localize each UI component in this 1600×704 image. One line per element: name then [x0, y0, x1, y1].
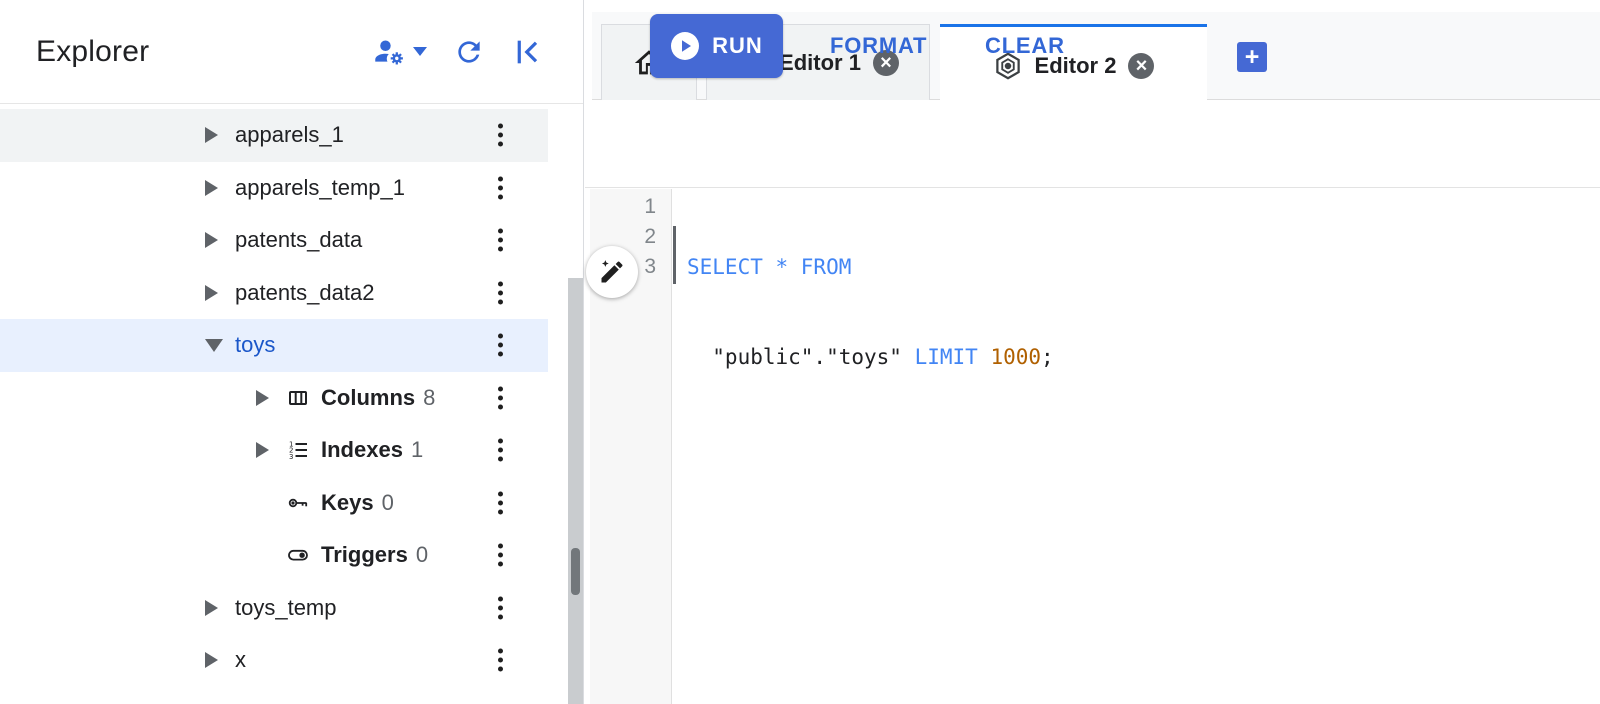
- tree-item-patents_data[interactable]: patents_data: [0, 214, 548, 267]
- editor-toolbar: [585, 100, 1600, 188]
- collapse-panel-icon[interactable]: [511, 36, 543, 68]
- sql-semicolon: ;: [1041, 345, 1054, 369]
- close-tab-icon[interactable]: ×: [1128, 53, 1154, 79]
- key-icon: [286, 491, 310, 515]
- explorer-actions: [372, 0, 543, 103]
- item-count: 8: [423, 385, 435, 411]
- item-count: 0: [416, 542, 428, 568]
- tree-item-x[interactable]: x: [0, 634, 548, 687]
- row-menu-icon[interactable]: [492, 433, 509, 468]
- collapse-arrow-icon[interactable]: [205, 335, 221, 355]
- tree-item-apparels_1[interactable]: apparels_1: [0, 109, 548, 162]
- row-menu-icon[interactable]: [492, 643, 509, 678]
- scrollbar-thumb[interactable]: [571, 548, 580, 595]
- tree-item-triggers[interactable]: Triggers 0: [0, 529, 548, 582]
- sql-code[interactable]: SELECT * FROM "public"."toys" LIMIT 1000…: [687, 192, 1054, 522]
- row-menu-icon[interactable]: [492, 118, 509, 153]
- add-editor-tab-button[interactable]: +: [1237, 42, 1267, 72]
- trigger-icon: [286, 543, 310, 567]
- expand-arrow-icon[interactable]: [256, 388, 272, 408]
- tree-item-toys_temp[interactable]: toys_temp: [0, 582, 548, 635]
- tab-editor-2[interactable]: Editor 2 ×: [940, 24, 1207, 104]
- tree-item-keys[interactable]: Keys 0: [0, 477, 548, 530]
- expand-arrow-icon[interactable]: [205, 283, 221, 303]
- clear-button[interactable]: CLEAR: [985, 14, 1065, 78]
- sidebar-scrollbar[interactable]: [568, 278, 583, 704]
- expand-arrow-icon[interactable]: [205, 650, 221, 670]
- tree-item-apparels_temp_1[interactable]: apparels_temp_1: [0, 162, 548, 215]
- row-menu-icon[interactable]: [492, 380, 509, 415]
- tree-item-patents_data2[interactable]: patents_data2: [0, 267, 548, 320]
- run-button[interactable]: RUN: [650, 14, 783, 78]
- row-menu-icon[interactable]: [492, 170, 509, 205]
- expander-spacer: [256, 545, 272, 565]
- explorer-panel: Explorer: [0, 0, 584, 704]
- statement-indicator: [673, 226, 676, 284]
- sql-editor[interactable]: 1 2 3 SELECT * FROM "public"."toys" LIMI…: [585, 189, 1600, 704]
- tree-item-indexes[interactable]: 1 2 3 Indexes 1: [0, 424, 548, 477]
- expand-arrow-icon[interactable]: [205, 230, 221, 250]
- play-icon: [670, 31, 700, 61]
- tree-item-columns[interactable]: Columns 8: [0, 372, 548, 425]
- svg-text:3: 3: [289, 453, 293, 461]
- sql-line-1: SELECT * FROM: [687, 255, 851, 279]
- sql-number: 1000: [990, 345, 1041, 369]
- explorer-header: Explorer: [0, 0, 583, 104]
- indexes-icon: 1 2 3: [286, 438, 310, 462]
- row-menu-icon[interactable]: [492, 538, 509, 573]
- chevron-down-icon: [413, 47, 427, 56]
- explorer-title: Explorer: [36, 35, 149, 69]
- columns-icon: [286, 386, 310, 410]
- row-menu-icon[interactable]: [492, 485, 509, 520]
- expander-spacer: [256, 493, 272, 513]
- manage-accounts-icon[interactable]: [372, 35, 427, 69]
- expand-arrow-icon[interactable]: [205, 178, 221, 198]
- row-menu-icon[interactable]: [492, 223, 509, 258]
- item-count: 0: [382, 490, 394, 516]
- format-button[interactable]: FORMAT: [830, 14, 927, 78]
- run-label: RUN: [712, 33, 763, 59]
- magic-pencil-icon: [598, 258, 626, 286]
- sql-table-ref: "public"."toys": [687, 345, 915, 369]
- tree-item-toys[interactable]: toys: [0, 319, 548, 372]
- explorer-tree: apparels_1 apparels_temp_1 patents_data …: [0, 109, 548, 687]
- row-menu-icon[interactable]: [492, 275, 509, 310]
- ai-edit-fab[interactable]: [586, 246, 638, 298]
- expand-arrow-icon[interactable]: [256, 440, 272, 460]
- row-menu-icon[interactable]: [492, 590, 509, 625]
- refresh-icon[interactable]: [453, 36, 485, 68]
- sql-keyword-limit: LIMIT: [915, 345, 991, 369]
- line-number: 1: [590, 192, 671, 222]
- expand-arrow-icon[interactable]: [205, 125, 221, 145]
- row-menu-icon[interactable]: [492, 328, 509, 363]
- expand-arrow-icon[interactable]: [205, 598, 221, 618]
- item-count: 1: [411, 437, 423, 463]
